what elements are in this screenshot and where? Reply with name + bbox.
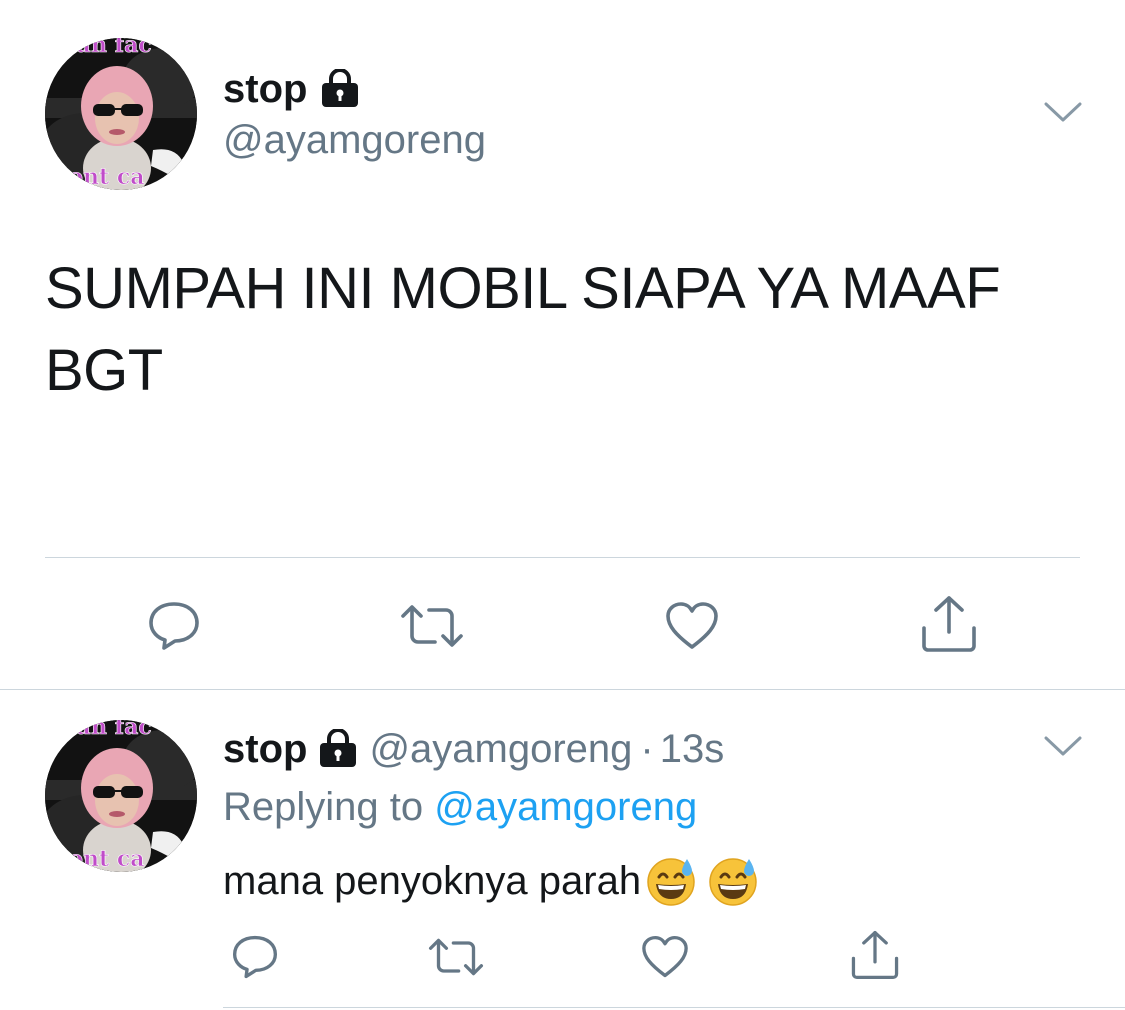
- author-handle[interactable]: @ayamgoreng: [369, 729, 632, 769]
- retweet-icon: [428, 938, 484, 976]
- retweet-button[interactable]: [397, 596, 467, 656]
- reply-button[interactable]: [226, 930, 284, 984]
- avatar[interactable]: un fac dont ca: [45, 720, 197, 872]
- replying-to-label: Replying to: [223, 785, 424, 829]
- reply-text-row: mana penyoknya parah: [223, 855, 759, 907]
- separator-dot: ·: [640, 727, 654, 771]
- divider: [45, 557, 1080, 558]
- replying-to-handle[interactable]: @ayamgoreng: [434, 785, 697, 829]
- retweet-icon: [401, 605, 463, 647]
- lock-icon: [317, 729, 359, 769]
- tweet-text: mana penyoknya parah: [223, 859, 642, 903]
- share-button[interactable]: [917, 592, 981, 656]
- like-button[interactable]: [660, 596, 724, 656]
- grinning-sweat-emoji: [647, 858, 695, 906]
- avatar-caption-top: un fac: [75, 38, 152, 58]
- divider: [0, 689, 1125, 690]
- reply-header: stop @ayamgoreng · 13s: [223, 725, 724, 773]
- avatar[interactable]: un fac dont ca: [45, 38, 197, 190]
- avatar-image: un fac dont ca: [45, 38, 197, 190]
- tweet-text: SUMPAH INI MOBIL SIAPA YA MAAF BGT: [45, 256, 1001, 403]
- avatar-image: un fac dont ca: [45, 720, 197, 872]
- share-icon: [922, 596, 976, 652]
- like-button[interactable]: [636, 930, 694, 984]
- reply-icon: [232, 935, 278, 979]
- reply-button[interactable]: [142, 596, 206, 656]
- divider: [223, 1007, 1125, 1008]
- timestamp[interactable]: 13s: [660, 729, 725, 769]
- lock-icon: [319, 69, 361, 109]
- heart-icon: [666, 602, 718, 649]
- avatar-caption-bottom: dont ca: [53, 164, 145, 190]
- author-name-row: stop: [223, 62, 361, 116]
- display-name[interactable]: stop: [223, 729, 307, 769]
- grinning-sweat-emoji: [709, 858, 757, 906]
- replying-to-row: Replying to @ayamgoreng: [223, 785, 697, 829]
- heart-icon: [642, 935, 688, 978]
- display-name[interactable]: stop: [223, 69, 307, 109]
- avatar-caption-top: un fac: [75, 720, 152, 740]
- chevron-down-icon[interactable]: [1044, 736, 1082, 758]
- author-handle[interactable]: @ayamgoreng: [223, 120, 486, 160]
- avatar-caption-bottom: dont ca: [53, 846, 145, 872]
- chevron-down-icon[interactable]: [1044, 102, 1082, 124]
- share-icon: [851, 930, 899, 980]
- retweet-button[interactable]: [424, 930, 488, 984]
- share-button[interactable]: [846, 926, 904, 984]
- reply-icon: [149, 602, 199, 650]
